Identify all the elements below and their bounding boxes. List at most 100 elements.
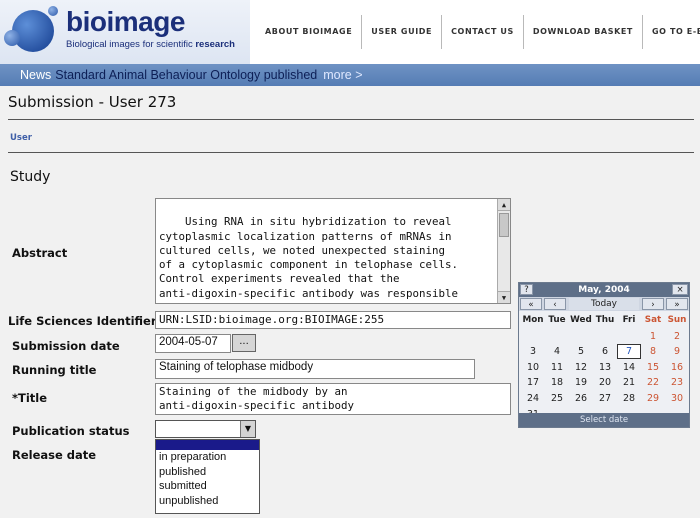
news-headline[interactable]: Standard Animal Behaviour Ontology publi…	[55, 68, 317, 82]
calendar-day[interactable]: 27	[593, 391, 617, 407]
option-published[interactable]: published	[156, 465, 259, 480]
breadcrumb-user[interactable]: User	[10, 133, 32, 143]
option-submitted[interactable]: submitted	[156, 479, 259, 494]
calendar-day[interactable]: 21	[617, 375, 641, 391]
chevron-down-icon[interactable]: ▼	[240, 421, 255, 437]
prev-month-icon[interactable]: ‹	[544, 298, 566, 310]
date-picker-button[interactable]: ...	[232, 334, 256, 352]
calendar-grid: Mon Tue Wed Thu Fri Sat Sun 1 2 3 4 5 6 7 8 9 10 11 12 13 14…	[521, 313, 689, 422]
calendar-day[interactable]: 9	[665, 344, 689, 360]
calendar-week-row: 12	[521, 329, 689, 345]
main-content: Submission - User 273 User Study Abstrac…	[0, 86, 700, 518]
calendar-week-row: 3456789	[521, 344, 689, 360]
submission-date-label: Submission date	[12, 339, 120, 353]
site-header: bioimage Biological images for scientifi…	[0, 0, 700, 64]
scroll-down-icon[interactable]: ▼	[498, 291, 510, 303]
calendar-day[interactable]: 14	[617, 360, 641, 376]
next-year-icon[interactable]: »	[666, 298, 688, 310]
calendar-month-title: May, 2004	[578, 285, 630, 295]
weekday-label: Sat	[644, 315, 662, 325]
scroll-up-icon[interactable]: ▲	[498, 199, 510, 211]
title-textarea[interactable]: Staining of the midbody by an anti-digox…	[155, 383, 511, 415]
running-title-label: Running title	[12, 363, 97, 377]
news-bar: News Standard Animal Behaviour Ontology p…	[0, 64, 700, 86]
calendar-day[interactable]: 20	[593, 375, 617, 391]
nav-download-basket[interactable]: DOWNLOAD BASKET	[524, 15, 643, 49]
calendar-day[interactable]: 15	[641, 360, 665, 376]
scroll-thumb[interactable]	[499, 213, 509, 237]
release-date-label: Release date	[12, 448, 97, 462]
section-heading-study: Study	[10, 169, 51, 185]
date-picker-calendar: ? May, 2004 × « ‹ Today › » Mon Tue Wed Thu…	[518, 282, 690, 428]
running-title-field[interactable]: Staining of telophase midbody	[155, 359, 475, 379]
calendar-empty-cell	[617, 329, 641, 345]
calendar-day[interactable]: 6	[593, 344, 617, 360]
calendar-day[interactable]: 11	[545, 360, 569, 376]
calendar-day[interactable]: 13	[593, 360, 617, 376]
top-navigation: ABOUT BIOIMAGE USER GUIDE CONTACT US DOW…	[256, 12, 700, 52]
publication-status-select[interactable]: ▼	[155, 420, 256, 438]
calendar-day[interactable]: 2	[665, 329, 689, 345]
bioimage-logo[interactable]: bioimage Biological images for scientifi…	[0, 0, 250, 64]
calendar-day[interactable]: 24	[521, 391, 545, 407]
logo-circle-small-icon	[4, 30, 20, 46]
next-month-icon[interactable]: ›	[642, 298, 664, 310]
calendar-day[interactable]: 5	[569, 344, 593, 360]
option-unpublished[interactable]: unpublished	[156, 494, 259, 509]
logo-tagline: Biological images for scientific researc…	[66, 39, 235, 50]
prev-year-icon[interactable]: «	[520, 298, 542, 310]
nav-user-guide[interactable]: USER GUIDE	[362, 15, 443, 49]
calendar-week-row: 10 11 12 13 14 15 16	[521, 360, 689, 376]
calendar-footer: Select date	[519, 413, 689, 427]
calendar-day[interactable]: 22	[641, 375, 665, 391]
calendar-empty-cell	[569, 329, 593, 345]
weekday-label: Tue	[548, 315, 566, 325]
lsid-field[interactable]: URN:LSID:bioimage.org:BIOIMAGE:255	[155, 311, 511, 329]
submission-date-field[interactable]: 2004-05-07	[155, 334, 231, 353]
divider	[8, 152, 694, 153]
calendar-day[interactable]: 4	[545, 344, 569, 360]
weekday-label: Fri	[622, 315, 636, 325]
calendar-day[interactable]: 25	[545, 391, 569, 407]
calendar-day[interactable]: 3	[521, 344, 545, 360]
calendar-close-icon[interactable]: ×	[672, 284, 688, 295]
nav-about-bioimage[interactable]: ABOUT BIOIMAGE	[256, 15, 363, 49]
abstract-text: Using RNA in situ hybridization to revea…	[159, 215, 459, 303]
calendar-day[interactable]: 12	[569, 360, 593, 376]
calendar-day[interactable]: 26	[569, 391, 593, 407]
news-more-link[interactable]: more >	[323, 68, 362, 82]
calendar-day[interactable]: 29	[641, 391, 665, 407]
publication-status-label: Publication status	[12, 424, 130, 438]
calendar-day[interactable]: 28	[617, 391, 641, 407]
weekday-label: Thu	[595, 315, 615, 325]
option-in-preparation[interactable]: in preparation	[156, 450, 259, 465]
calendar-navigation: « ‹ Today › »	[519, 297, 689, 311]
nav-contact-us[interactable]: CONTACT US	[442, 15, 524, 49]
calendar-empty-cell	[593, 329, 617, 345]
lsid-label: Life Sciences Identifier	[8, 314, 157, 328]
abstract-scrollbar[interactable]: ▲ ▼	[497, 199, 510, 303]
calendar-week-row: 24 25 26 27 28 29 30	[521, 391, 689, 407]
calendar-day[interactable]: 18	[545, 375, 569, 391]
title-label: *Title	[12, 391, 48, 405]
page-title: Submission - User 273	[8, 93, 177, 111]
weekday-label: Wed	[570, 315, 592, 325]
calendar-day[interactable]: 10	[521, 360, 545, 376]
calendar-day[interactable]: 1	[641, 329, 665, 345]
calendar-day[interactable]: 16	[665, 360, 689, 376]
calendar-day[interactable]: 30	[665, 391, 689, 407]
weekday-label: Mon	[522, 315, 544, 325]
calendar-today-button[interactable]: Today	[569, 298, 639, 310]
calendar-day[interactable]: 7	[617, 344, 641, 360]
calendar-empty-cell	[521, 329, 545, 345]
calendar-day[interactable]: 23	[665, 375, 689, 391]
calendar-day[interactable]: 8	[641, 344, 665, 360]
calendar-weekday-row: Mon Tue Wed Thu Fri Sat Sun	[521, 313, 689, 329]
abstract-label: Abstract	[12, 246, 68, 260]
nav-go-to-e-biosci[interactable]: GO TO E-BIOSCI	[643, 15, 700, 49]
abstract-textarea[interactable]: Using RNA in situ hybridization to revea…	[155, 198, 511, 304]
calendar-day[interactable]: 17	[521, 375, 545, 391]
option-blank[interactable]	[156, 440, 259, 450]
weekday-label: Sun	[667, 315, 687, 325]
calendar-day[interactable]: 19	[569, 375, 593, 391]
